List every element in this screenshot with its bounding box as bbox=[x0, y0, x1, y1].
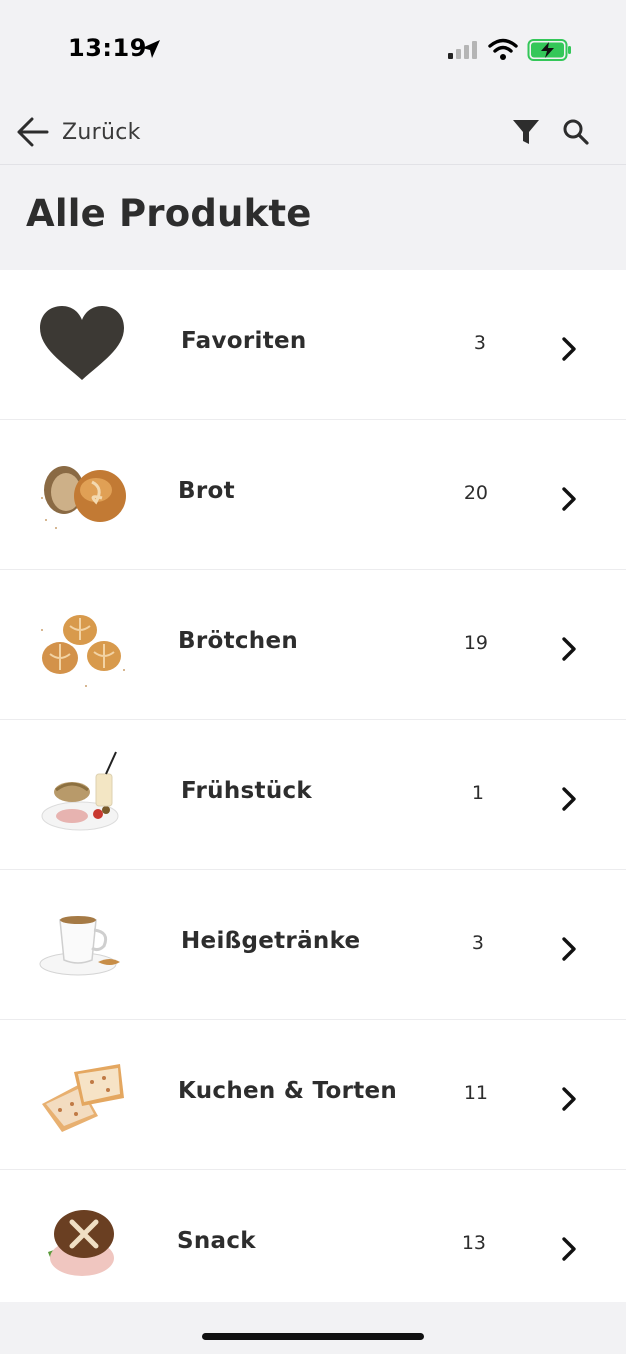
category-row-fruehstueck[interactable]: Frühstück 1 bbox=[0, 720, 626, 870]
coffee-cup-image bbox=[39, 916, 120, 976]
status-bar: 13:19 bbox=[0, 0, 626, 100]
chevron-right-icon bbox=[562, 487, 576, 511]
category-label: Kuchen & Torten bbox=[178, 1078, 398, 1104]
home-indicator[interactable] bbox=[202, 1333, 424, 1340]
breakfast-image bbox=[41, 751, 119, 831]
location-arrow-icon bbox=[142, 40, 160, 58]
category-row-heissgetraenke[interactable]: Heißgetränke 3 bbox=[0, 870, 626, 1020]
category-count: 13 bbox=[461, 1232, 486, 1254]
arrow-left-icon bbox=[17, 117, 49, 147]
rolls-image bbox=[41, 615, 125, 687]
chevron-right-icon bbox=[562, 937, 576, 961]
category-count: 1 bbox=[471, 782, 484, 804]
filter-icon[interactable] bbox=[508, 114, 544, 150]
category-label: Frühstück bbox=[181, 778, 313, 804]
chevron-right-icon bbox=[562, 1087, 576, 1111]
snack-image bbox=[48, 1210, 114, 1276]
category-count: 20 bbox=[463, 482, 488, 504]
category-count: 3 bbox=[471, 932, 484, 954]
cake-image bbox=[42, 1064, 124, 1132]
back-label: Zurück bbox=[62, 119, 141, 145]
category-row-brot[interactable]: Brot 20 bbox=[0, 420, 626, 570]
category-label: Favoriten bbox=[181, 328, 307, 354]
chevron-right-icon bbox=[562, 337, 576, 361]
back-button[interactable]: Zurück bbox=[14, 110, 141, 154]
cellular-signal-icon bbox=[448, 41, 477, 59]
page-title: Alle Produkte bbox=[26, 192, 312, 235]
navigation-bar: Zurück bbox=[0, 100, 626, 165]
category-label: Heißgetränke bbox=[181, 928, 361, 954]
category-row-favoriten[interactable]: Favoriten 3 bbox=[0, 270, 626, 420]
category-count: 11 bbox=[463, 1082, 488, 1104]
search-icon[interactable] bbox=[558, 114, 594, 150]
category-count: 3 bbox=[473, 332, 486, 354]
chevron-right-icon bbox=[562, 637, 576, 661]
heart-icon bbox=[40, 306, 124, 380]
category-row-kuchen-torten[interactable]: Kuchen & Torten 11 bbox=[0, 1020, 626, 1170]
battery-charging-icon bbox=[527, 39, 571, 61]
category-label: Brötchen bbox=[178, 628, 299, 654]
category-count: 19 bbox=[463, 632, 488, 654]
chevron-right-icon bbox=[562, 787, 576, 811]
category-row-broetchen[interactable]: Brötchen 19 bbox=[0, 570, 626, 720]
bread-image bbox=[41, 466, 126, 529]
chevron-right-icon bbox=[562, 1237, 576, 1261]
category-label: Brot bbox=[178, 478, 235, 504]
category-row-snack[interactable]: Snack 13 bbox=[0, 1170, 626, 1302]
category-label: Snack bbox=[177, 1228, 256, 1254]
wifi-icon bbox=[488, 38, 518, 60]
category-list: Favoriten 3 Brot 20 Brötchen 19 Frühstüc… bbox=[0, 270, 626, 1302]
status-time: 13:19 bbox=[68, 34, 147, 62]
